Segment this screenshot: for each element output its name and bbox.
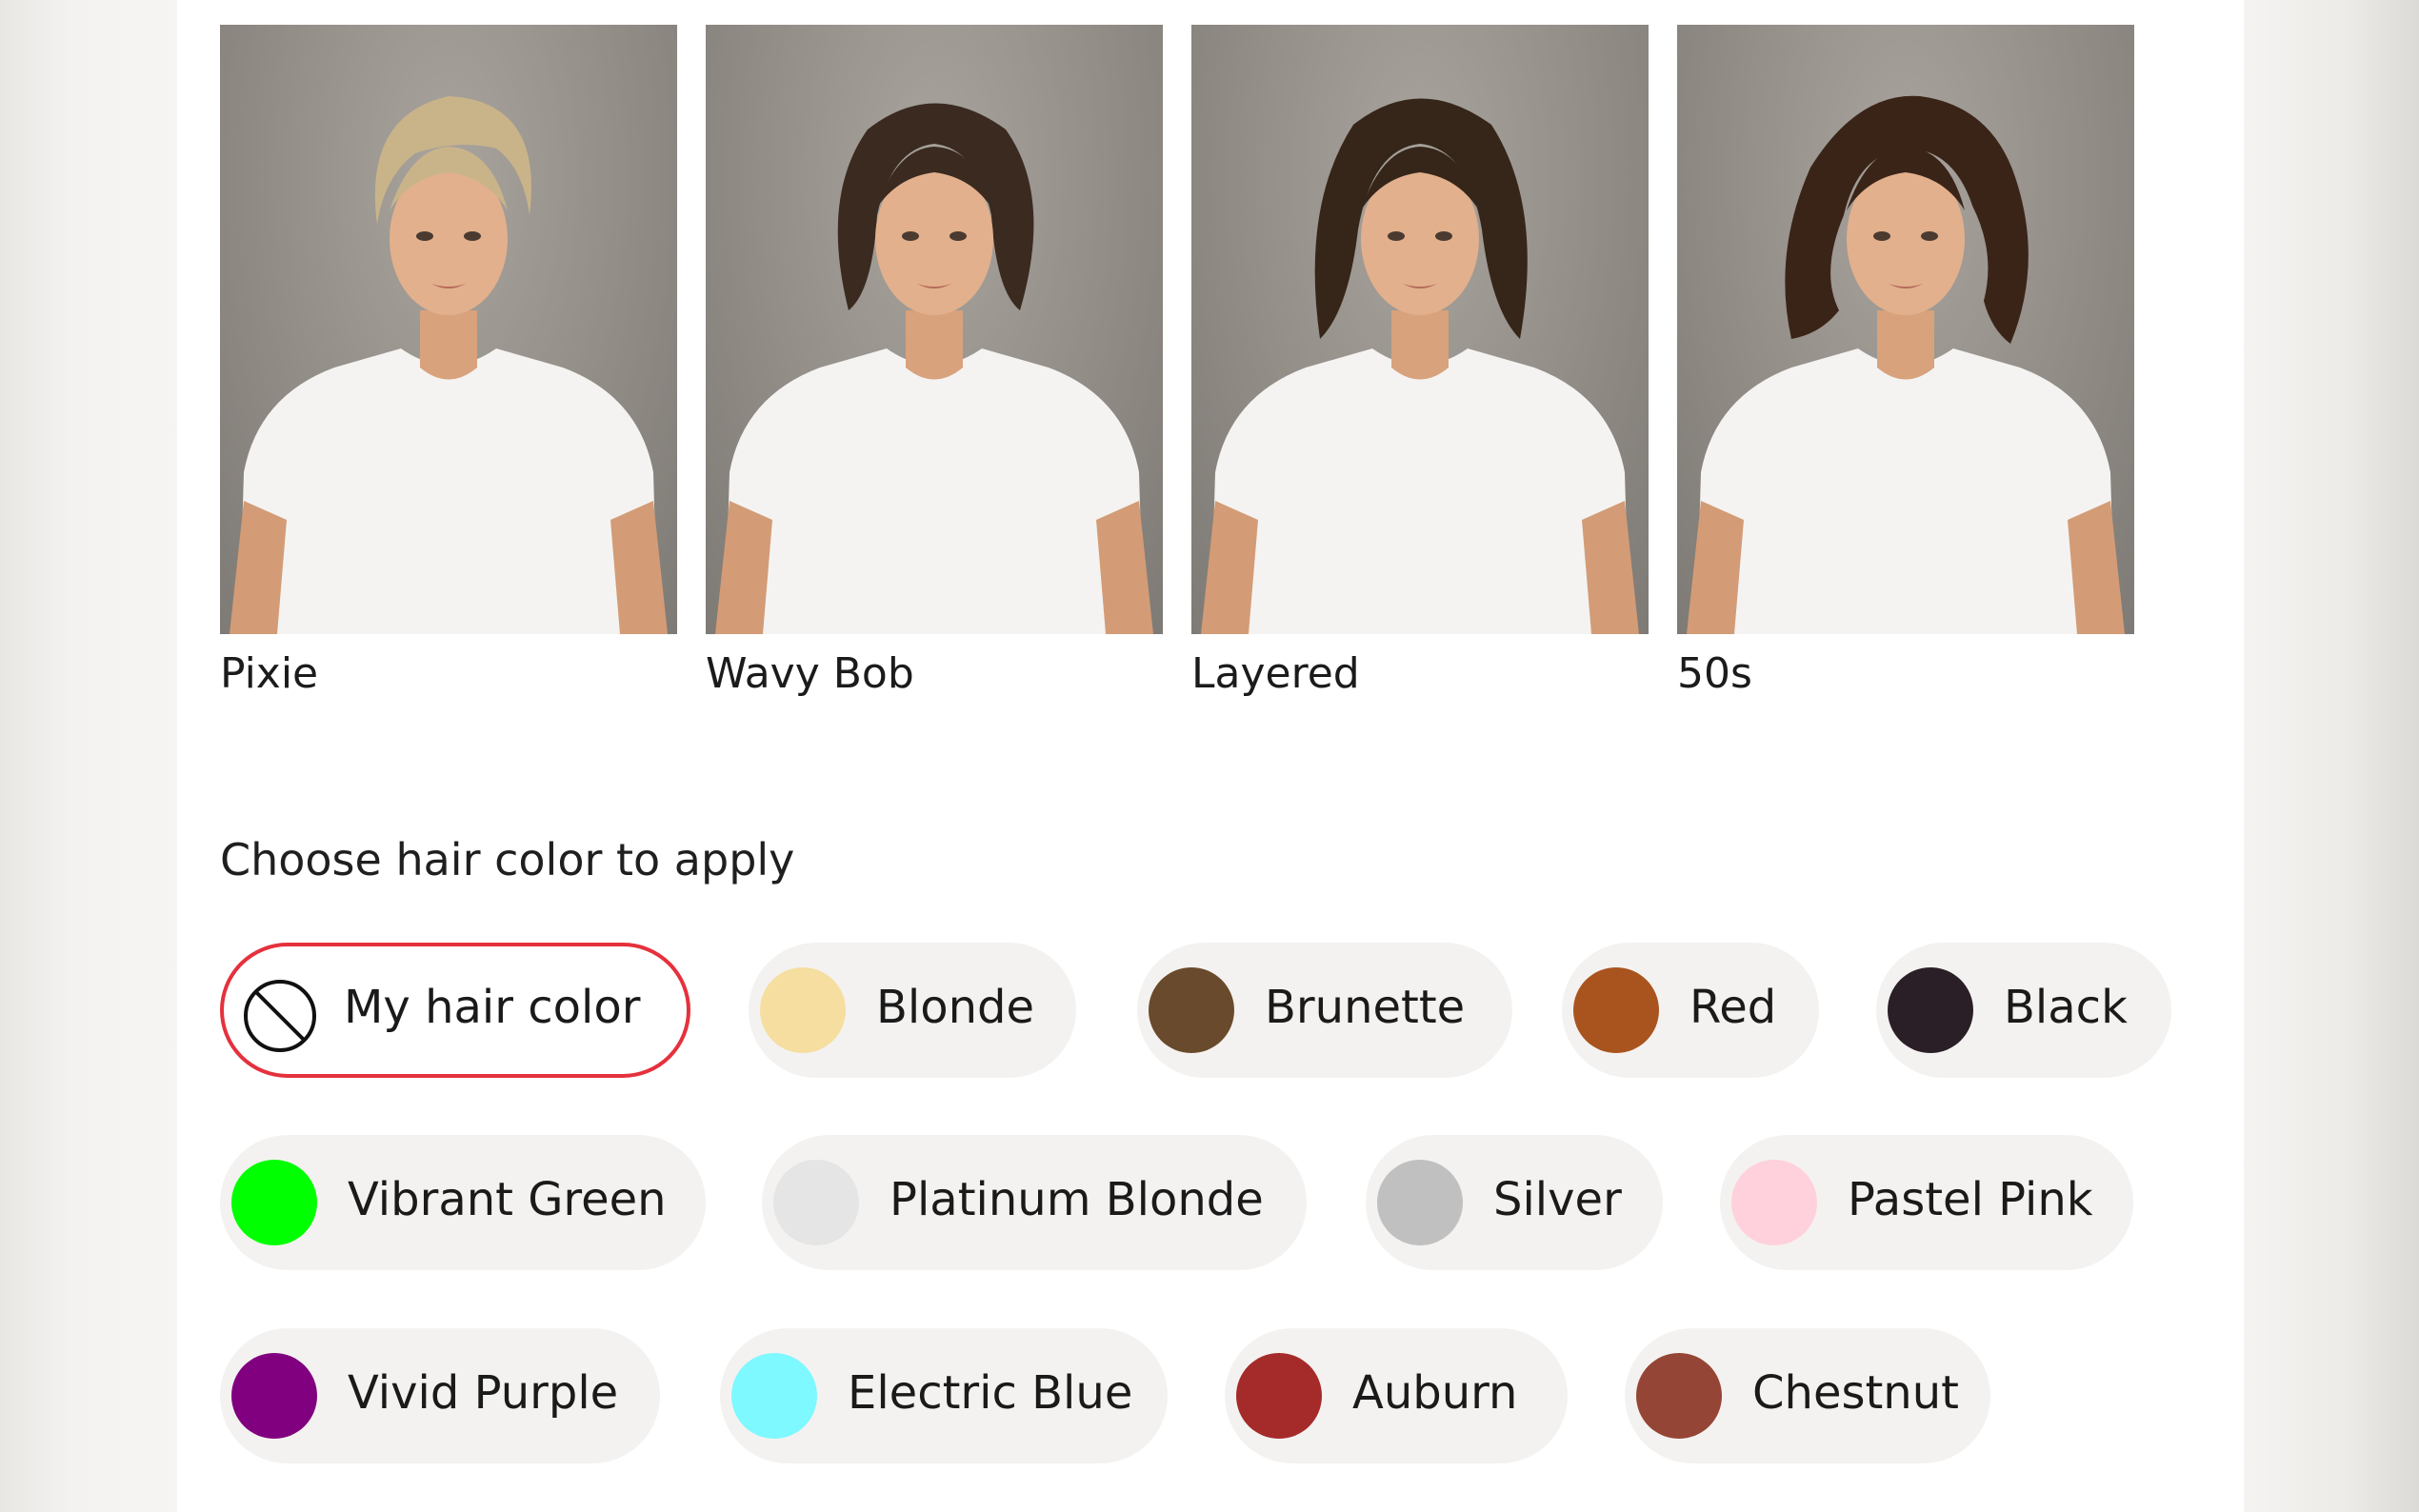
color-option-label: Vibrant Green bbox=[348, 1173, 667, 1226]
color-swatch bbox=[773, 1160, 859, 1245]
eye-shape bbox=[416, 231, 433, 241]
color-option-vibrant-green[interactable]: Vibrant Green bbox=[220, 1135, 706, 1270]
color-option-platinum-blonde[interactable]: Platinum Blonde bbox=[762, 1135, 1307, 1270]
color-option-label: Black bbox=[2004, 981, 2128, 1034]
hairstyle-photo[interactable] bbox=[220, 25, 677, 634]
color-swatch bbox=[1377, 1160, 1463, 1245]
shirt-shape bbox=[725, 348, 1144, 634]
eye-shape bbox=[902, 231, 919, 241]
eye-shape bbox=[1873, 231, 1890, 241]
portrait-image bbox=[715, 103, 1153, 634]
color-swatch bbox=[231, 1160, 317, 1245]
color-option-red[interactable]: Red bbox=[1562, 943, 1819, 1078]
arm-shape bbox=[1582, 501, 1639, 634]
arm-shape bbox=[230, 501, 287, 634]
neck-shape bbox=[1877, 310, 1934, 380]
color-swatch bbox=[1573, 967, 1659, 1053]
arm-shape bbox=[1687, 501, 1744, 634]
hairstyle-label: Layered bbox=[1191, 649, 1360, 698]
color-option-label: My hair color bbox=[344, 981, 641, 1034]
neck-shape bbox=[1391, 310, 1449, 380]
color-swatch bbox=[760, 967, 846, 1053]
portrait-image bbox=[230, 96, 668, 634]
eye-shape bbox=[950, 231, 967, 241]
color-option-label: Brunette bbox=[1265, 981, 1466, 1034]
color-option-vivid-purple[interactable]: Vivid Purple bbox=[220, 1328, 660, 1463]
shirt-shape bbox=[1696, 348, 2115, 634]
portrait-image bbox=[1201, 98, 1639, 634]
hairstyle-label: Pixie bbox=[220, 649, 319, 698]
arm-shape bbox=[2068, 501, 2125, 634]
hairstyle-label: Wavy Bob bbox=[706, 649, 914, 698]
color-option-chestnut[interactable]: Chestnut bbox=[1625, 1328, 1990, 1463]
color-option-label: Red bbox=[1689, 981, 1777, 1034]
arm-shape bbox=[1096, 501, 1153, 634]
color-option-label: Blonde bbox=[876, 981, 1035, 1034]
color-option-label: Vivid Purple bbox=[348, 1366, 619, 1420]
hairstyle-photo[interactable] bbox=[1191, 25, 1649, 634]
hairstyle-card-wavy-bob[interactable]: Wavy Bob bbox=[706, 25, 1163, 695]
eye-shape bbox=[1435, 231, 1452, 241]
section-title: Choose hair color to apply bbox=[220, 834, 795, 885]
color-option-label: Electric Blue bbox=[848, 1366, 1133, 1420]
color-option-brunette[interactable]: Brunette bbox=[1137, 943, 1512, 1078]
color-option-label: Platinum Blonde bbox=[890, 1173, 1264, 1226]
color-option-label: Auburn bbox=[1352, 1366, 1518, 1420]
color-option-label: Chestnut bbox=[1752, 1366, 1959, 1420]
neck-shape bbox=[906, 310, 963, 380]
color-option-electric-blue[interactable]: Electric Blue bbox=[720, 1328, 1168, 1463]
portrait-image bbox=[1687, 95, 2125, 634]
color-option-pastel-pink[interactable]: Pastel Pink bbox=[1720, 1135, 2133, 1270]
hairstyle-card-layered[interactable]: Layered bbox=[1191, 25, 1649, 695]
color-option-label: Silver bbox=[1493, 1173, 1622, 1226]
hairstyle-card-50s[interactable]: 50s bbox=[1677, 25, 2134, 695]
color-option-blonde[interactable]: Blonde bbox=[749, 943, 1076, 1078]
arm-shape bbox=[1201, 501, 1258, 634]
color-option-black[interactable]: Black bbox=[1876, 943, 2171, 1078]
eye-shape bbox=[464, 231, 481, 241]
color-swatch bbox=[1636, 1353, 1722, 1439]
color-swatch bbox=[1236, 1353, 1322, 1439]
color-swatch bbox=[1888, 967, 1973, 1053]
color-swatch bbox=[231, 1353, 317, 1439]
hairstyle-photo[interactable] bbox=[1677, 25, 2134, 634]
hairstyle-label: 50s bbox=[1677, 649, 1752, 698]
arm-shape bbox=[610, 501, 668, 634]
arm-shape bbox=[715, 501, 772, 634]
shirt-shape bbox=[239, 348, 658, 634]
hairstyle-card-pixie[interactable]: Pixie bbox=[220, 25, 677, 695]
color-swatch bbox=[731, 1353, 817, 1439]
color-swatch bbox=[1731, 1160, 1817, 1245]
color-option-my-hair-color[interactable]: My hair color bbox=[220, 943, 690, 1078]
content-panel: Pixie Wavy Bob Layered 50s Choose hair c… bbox=[177, 0, 2244, 1512]
neck-shape bbox=[420, 310, 477, 380]
color-option-auburn[interactable]: Auburn bbox=[1225, 1328, 1568, 1463]
eye-shape bbox=[1921, 231, 1938, 241]
eye-shape bbox=[1388, 231, 1405, 241]
no-color-icon bbox=[241, 977, 319, 1055]
color-option-silver[interactable]: Silver bbox=[1366, 1135, 1663, 1270]
color-option-label: Pastel Pink bbox=[1848, 1173, 2093, 1226]
shirt-shape bbox=[1210, 348, 1629, 634]
color-swatch bbox=[1149, 967, 1234, 1053]
hairstyle-photo[interactable] bbox=[706, 25, 1163, 634]
